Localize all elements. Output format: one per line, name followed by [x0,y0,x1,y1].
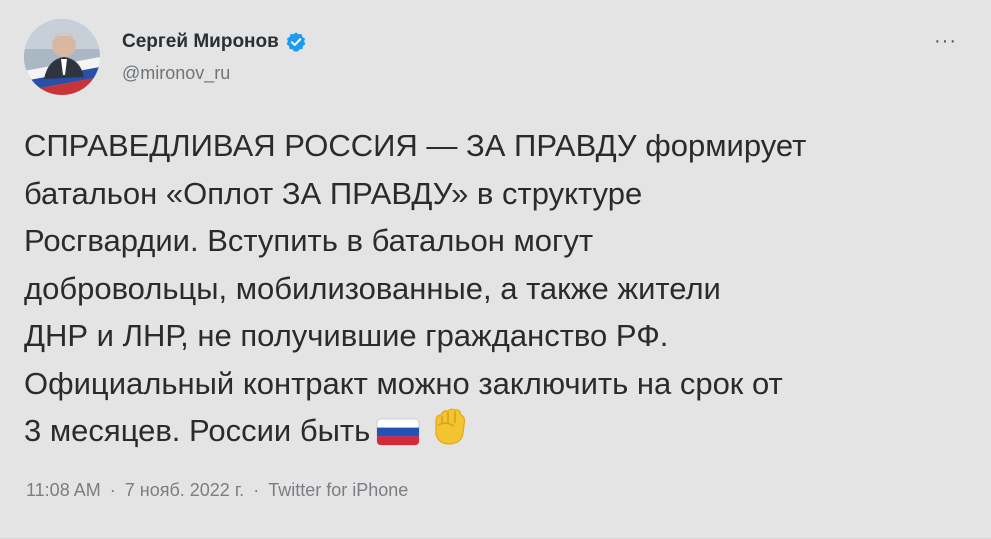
tweet-source[interactable]: Twitter for iPhone [268,480,408,500]
tweet-text: СПРАВЕДЛИВАЯ РОССИЯ — ЗА ПРАВДУ формируе… [24,128,807,448]
raised-fist-icon [426,407,470,461]
verified-badge-icon [285,31,307,53]
tweet-time[interactable]: 11:08 AM [26,480,101,500]
meta-separator: · [109,480,116,500]
author-handle[interactable]: @mironov_ru [122,63,307,84]
name-row: Сергей Миронов [122,31,307,53]
tweet-meta: 11:08 AM · 7 нояб. 2022 г. · Twitter for… [26,480,412,501]
more-options-button[interactable]: ··· [934,30,957,53]
author-display-name[interactable]: Сергей Миронов [122,31,279,53]
tweet-date[interactable]: 7 нояб. 2022 г. [125,480,244,500]
tweet-text-container: СПРАВЕДЛИВАЯ РОССИЯ — ЗА ПРАВДУ формируе… [24,122,969,461]
meta-separator: · [253,480,260,500]
tweet-header: Сергей Миронов @mironov_ru [24,18,307,96]
author-names: Сергей Миронов @mironov_ru [122,31,307,84]
avatar[interactable] [24,19,100,95]
avatar-photo-icon [24,19,100,95]
tweet-card: Сергей Миронов @mironov_ru ··· СПРАВЕДЛИ… [0,0,991,539]
russia-flag-icon [376,413,420,461]
